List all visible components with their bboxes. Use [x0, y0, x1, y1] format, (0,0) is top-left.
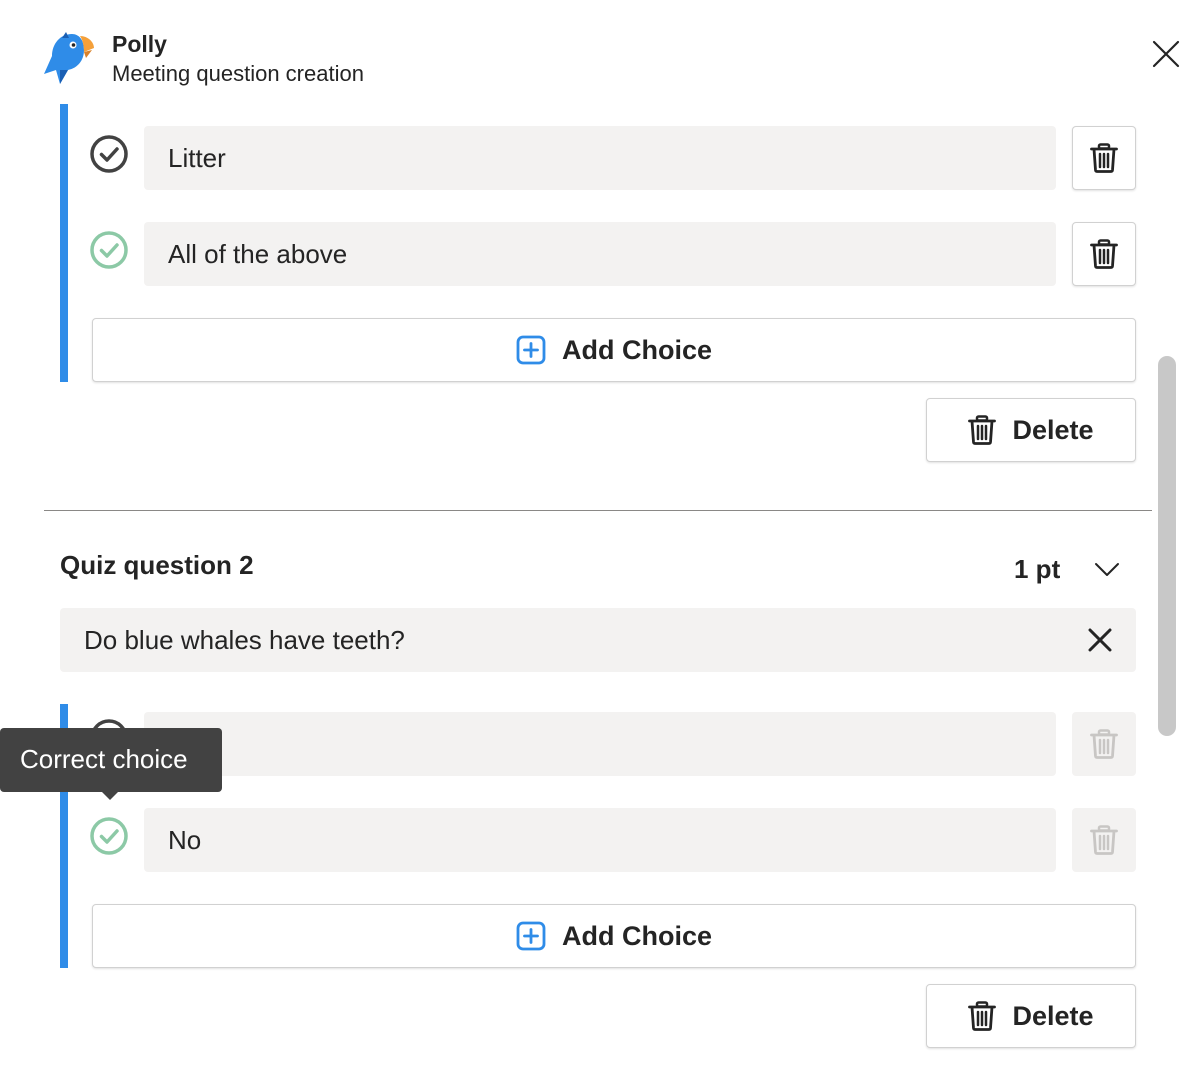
check-circle-icon[interactable] [89, 230, 129, 270]
dialog-header: Polly Meeting question creation [0, 0, 1204, 104]
check-circle-icon[interactable] [89, 134, 129, 174]
add-choice-label: Add Choice [561, 334, 712, 365]
scrollbar[interactable] [1158, 356, 1176, 736]
chevron-down-icon [1095, 563, 1119, 576]
close-icon [1152, 40, 1180, 68]
app-name: Polly [112, 31, 167, 57]
add-choice-button[interactable]: Add Choice [92, 318, 1136, 382]
app-subtitle: Meeting question creation [112, 61, 364, 86]
trash-icon [968, 415, 997, 445]
choice-input[interactable]: Litter [144, 126, 1056, 190]
question1-accent-bar [60, 104, 68, 382]
delete-choice-button [1072, 808, 1136, 872]
clear-question-button[interactable] [1084, 624, 1116, 656]
delete-choice-button[interactable] [1072, 126, 1136, 190]
trash-icon [1090, 143, 1118, 173]
delete-label: Delete [1012, 414, 1094, 445]
trash-icon [968, 1001, 997, 1031]
delete-choice-button [1072, 712, 1136, 776]
choice-input[interactable]: All of the above [144, 222, 1056, 286]
trash-icon [1090, 729, 1118, 759]
choice-input[interactable] [144, 712, 1056, 776]
clear-icon [1088, 628, 1112, 652]
question-points[interactable]: 1 pt [1014, 554, 1060, 585]
trash-icon [1090, 825, 1118, 855]
question-title: Quiz question 2 [60, 550, 254, 580]
tooltip-arrow [100, 790, 120, 800]
close-button[interactable] [1146, 34, 1186, 74]
add-square-icon [516, 921, 546, 951]
check-circle-icon[interactable] [89, 816, 129, 856]
delete-choice-button[interactable] [1072, 222, 1136, 286]
delete-question-button[interactable]: Delete [926, 398, 1136, 462]
delete-label: Delete [1012, 1000, 1094, 1031]
add-square-icon [516, 335, 546, 365]
tooltip: Correct choice [0, 728, 222, 792]
choice-input[interactable]: No [144, 808, 1056, 872]
trash-icon [1090, 239, 1118, 269]
add-choice-button[interactable]: Add Choice [92, 904, 1136, 968]
section-divider [44, 510, 1152, 511]
polly-logo-icon [42, 30, 96, 86]
points-dropdown-button[interactable] [1092, 556, 1122, 582]
question-input[interactable]: Do blue whales have teeth? [60, 608, 1136, 672]
scrollbar-thumb[interactable] [1158, 356, 1176, 736]
delete-question-button[interactable]: Delete [926, 984, 1136, 1048]
add-choice-label: Add Choice [561, 920, 712, 951]
